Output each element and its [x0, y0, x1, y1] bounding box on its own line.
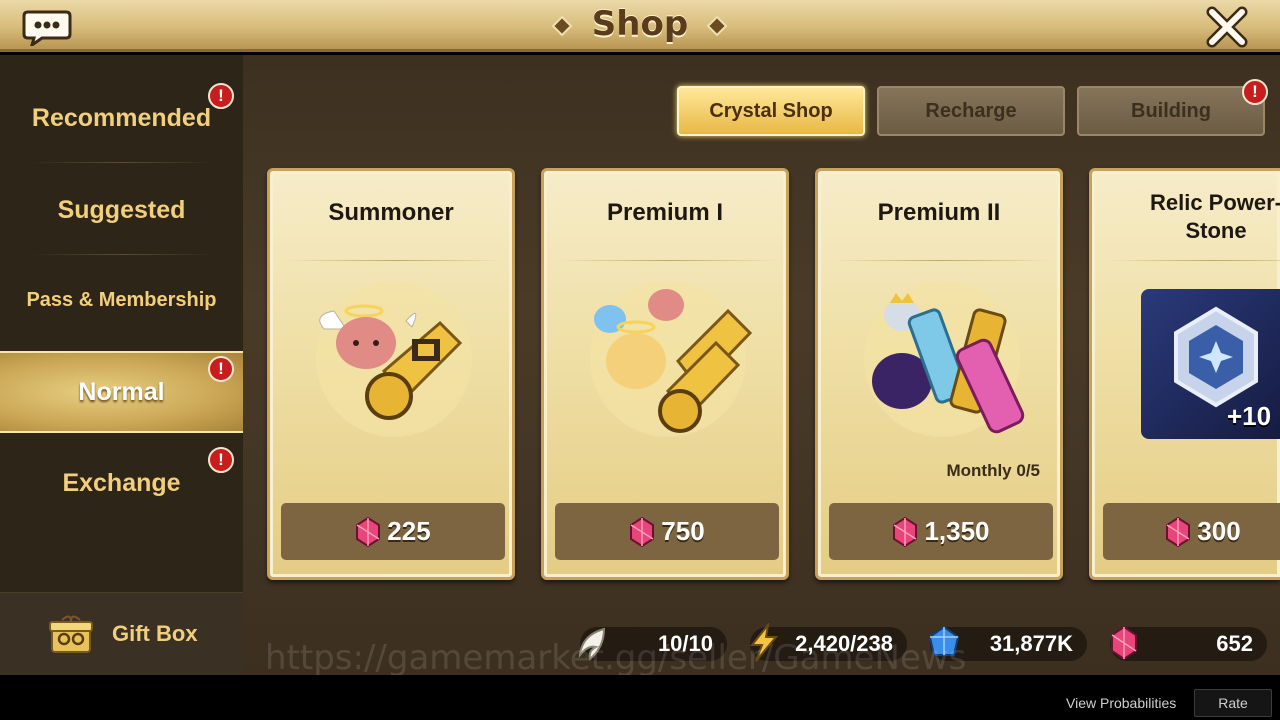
view-probabilities-link[interactable]: View Probabilities [1066, 695, 1176, 711]
premium-scroll-bundle-icon [864, 281, 1025, 437]
gift-box-button[interactable]: Gift Box [0, 592, 243, 675]
price-value: 750 [661, 516, 705, 546]
price-button[interactable]: 300 [1103, 503, 1280, 560]
chat-icon[interactable] [22, 8, 72, 49]
category-sidebar: Recommended ! Suggested Pass & Membershi… [0, 55, 243, 675]
crystal-gem-icon [630, 516, 655, 547]
crystal-gem-icon [1111, 625, 1137, 661]
divider [558, 260, 778, 261]
sidebar-item-recommended[interactable]: Recommended [0, 73, 243, 163]
product-card-relic-power-stone[interactable]: Relic Power- Stone +10 300 [1089, 168, 1280, 580]
footer-bar: View Probabilities Rate [0, 675, 1280, 720]
sidebar-item-label: Suggested [57, 195, 186, 224]
crystal-gem-icon [1166, 516, 1191, 547]
price-value: 300 [1197, 516, 1241, 546]
shop-main-panel: Crystal Shop Recharge Building ! Summone… [243, 55, 1280, 675]
relic-power-stone-icon: +10 [1141, 289, 1280, 439]
quantity-badge: +10 [1227, 401, 1272, 431]
price-button[interactable]: 1,350 [829, 503, 1053, 560]
sidebar-item-label: Normal [78, 377, 165, 406]
sidebar-item-label: Pass & Membership [26, 288, 217, 311]
product-name: Premium II [877, 199, 1001, 226]
tab-recharge[interactable]: Recharge [877, 86, 1065, 136]
divider [832, 260, 1052, 261]
sidebar-item-normal[interactable]: Normal [0, 351, 243, 433]
gift-box-label: Gift Box [112, 621, 198, 646]
crystal-gem-icon [893, 516, 918, 547]
tab-building[interactable]: Building [1077, 86, 1265, 136]
tab-crystal-shop[interactable]: Crystal Shop [677, 86, 865, 136]
divider [1106, 260, 1280, 261]
resource-value: 652 [1216, 631, 1253, 656]
purchase-limit: Monthly 0/5 [946, 461, 1040, 480]
close-icon[interactable] [1204, 4, 1250, 50]
price-button[interactable]: 225 [281, 503, 505, 560]
price-value: 1,350 [924, 516, 990, 546]
alert-badge-icon: ! [1242, 79, 1268, 105]
resource-value: 31,877K [989, 631, 1073, 656]
sidebar-item-exchange[interactable]: Exchange [0, 438, 243, 528]
sidebar-item-suggested[interactable]: Suggested [0, 165, 243, 255]
tab-label: Recharge [925, 99, 1017, 122]
product-card-premium-ii[interactable]: Premium II Monthly 0/5 1,350 [815, 168, 1063, 580]
gift-box-icon [49, 615, 93, 653]
product-card-premium-i[interactable]: Premium I 750 [541, 168, 789, 580]
alert-badge-icon: ! [208, 356, 234, 382]
product-card-summoner[interactable]: Summoner 225 [267, 168, 515, 580]
price-button[interactable]: 750 [555, 503, 779, 560]
product-name: Relic Power- Stone [1149, 190, 1280, 243]
resource-crystals: 652 [1110, 625, 1267, 661]
sidebar-item-label: Exchange [62, 468, 181, 497]
sidebar-item-pass-membership[interactable]: Pass & Membership [0, 255, 243, 345]
tab-label: Crystal Shop [709, 99, 833, 122]
watermark-text: https://gamemarket.gg/seller/GameNews [265, 638, 967, 678]
price-value: 225 [387, 516, 431, 546]
rate-button[interactable]: Rate [1194, 689, 1272, 717]
title-bar: Shop [0, 0, 1280, 52]
summon-scroll-bundle-icon [590, 281, 753, 437]
divider [284, 260, 504, 261]
summon-scroll-icon [316, 281, 472, 437]
crystal-gem-icon [356, 516, 381, 547]
alert-badge-icon: ! [208, 447, 234, 473]
tab-label: Building [1131, 99, 1211, 122]
product-name: Premium I [606, 199, 724, 226]
product-name: Summoner [328, 199, 454, 226]
alert-badge-icon: ! [208, 83, 234, 109]
divider [30, 162, 213, 163]
sidebar-item-label: Recommended [31, 103, 212, 132]
diamond-ornament-icon [706, 15, 728, 37]
